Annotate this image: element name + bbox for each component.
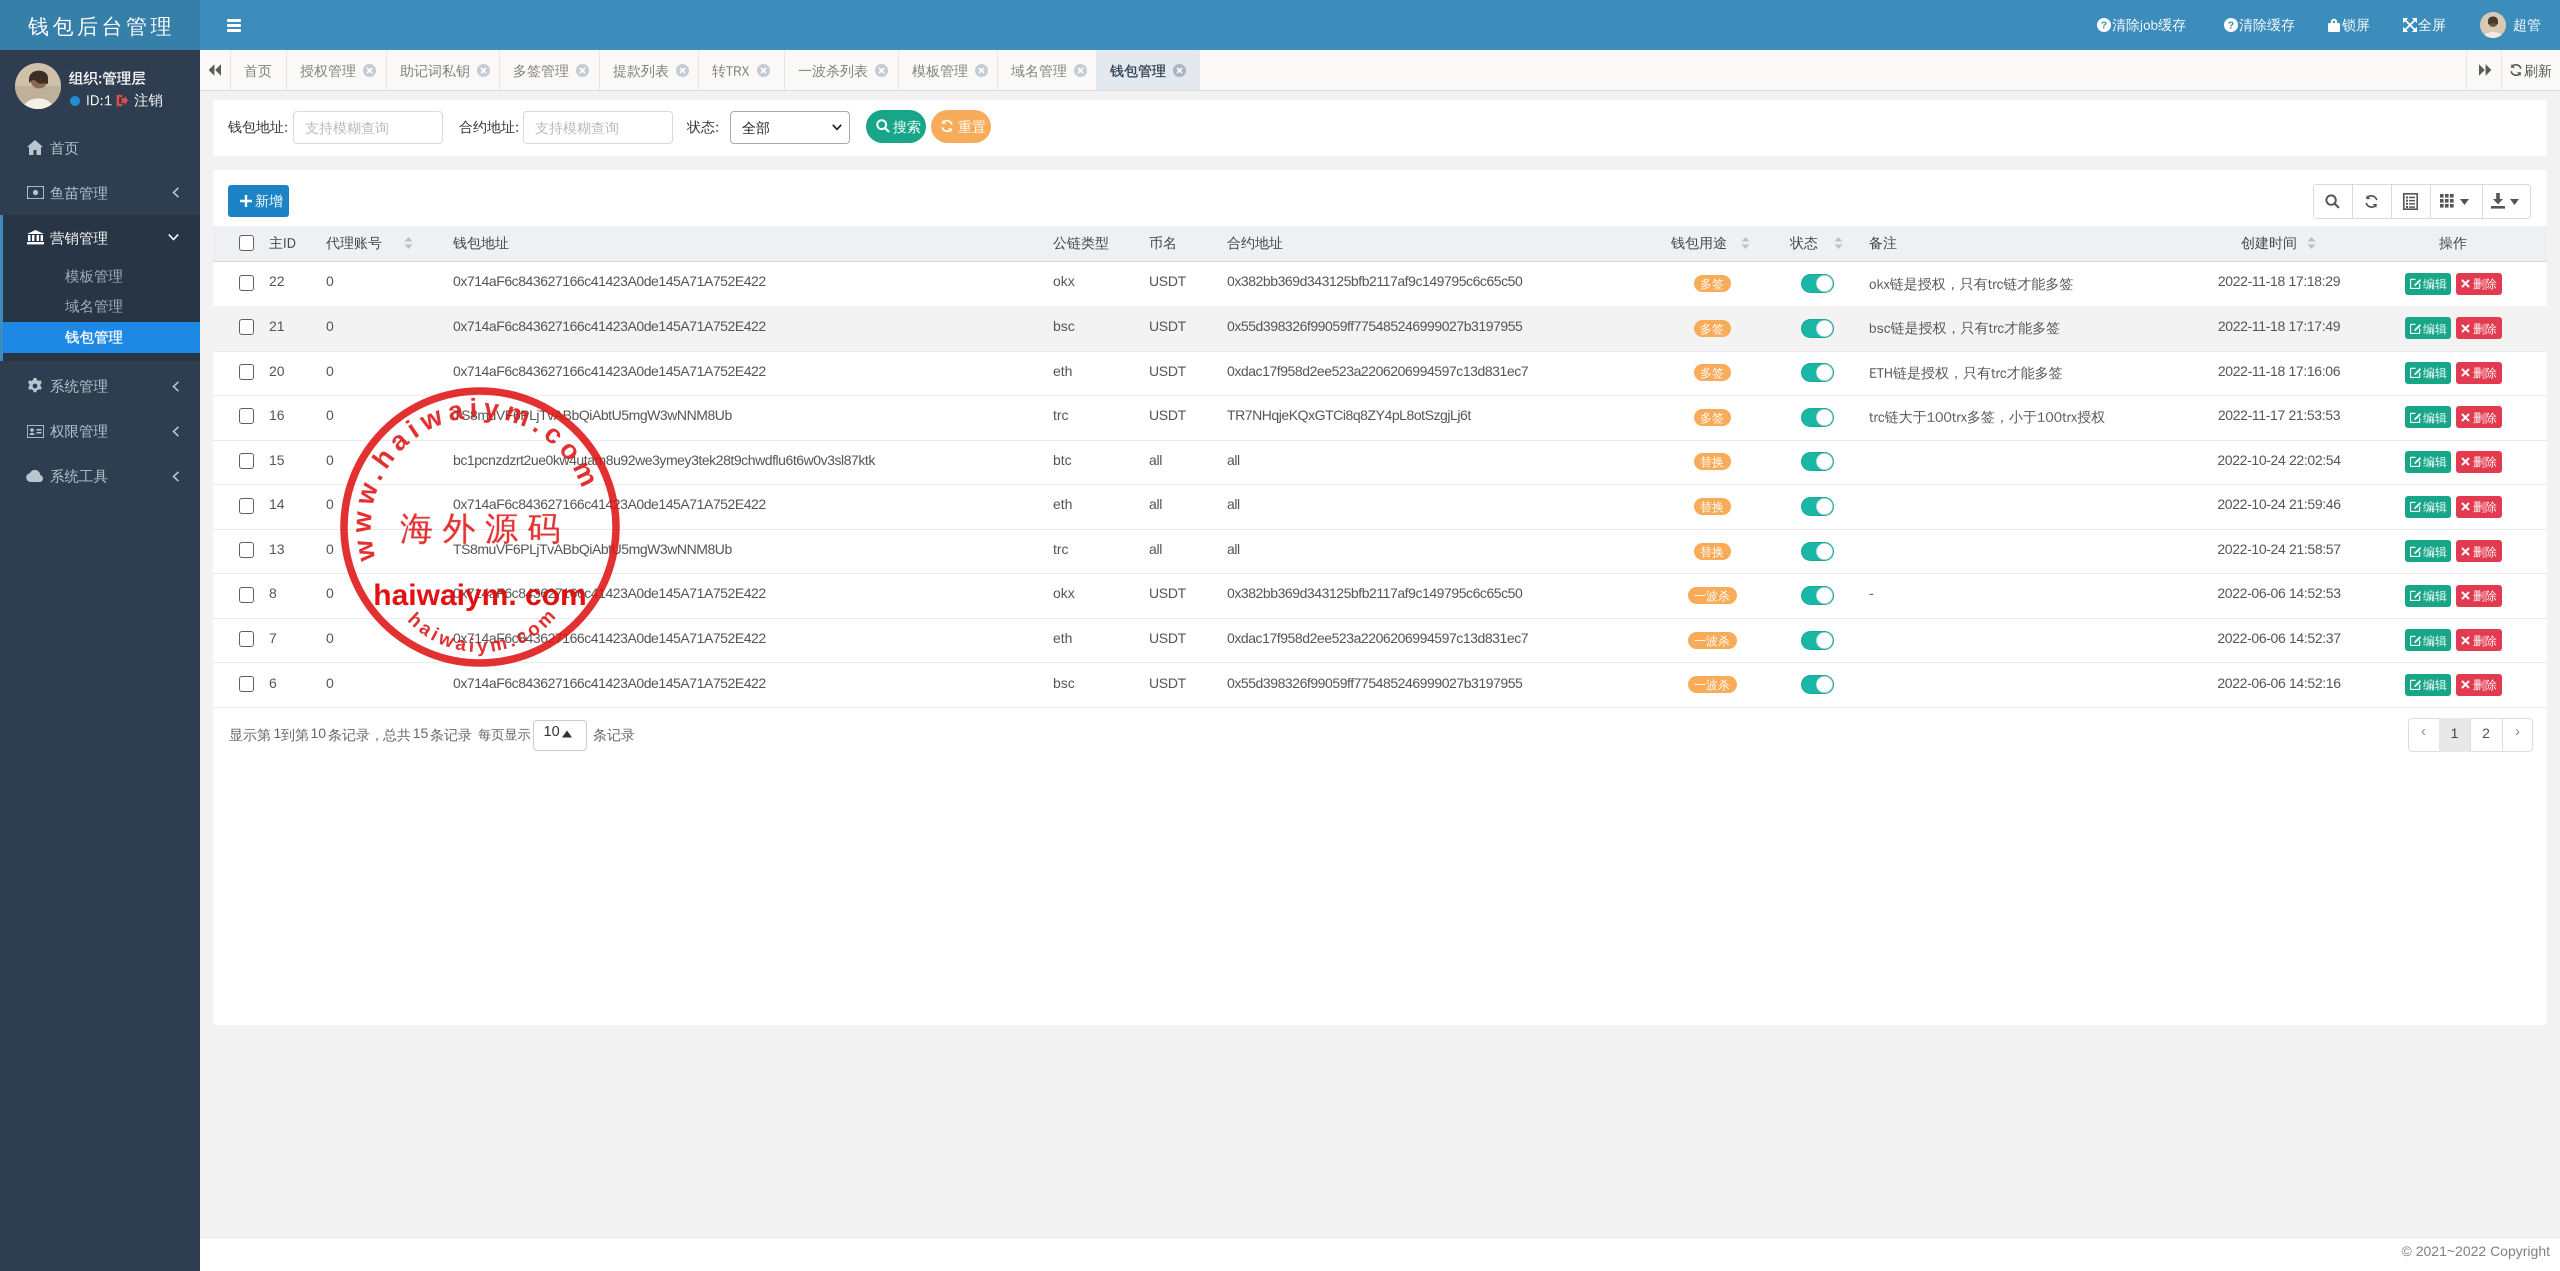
svg-text:?: ? xyxy=(2101,20,2107,32)
svg-text:?: ? xyxy=(2228,20,2234,32)
